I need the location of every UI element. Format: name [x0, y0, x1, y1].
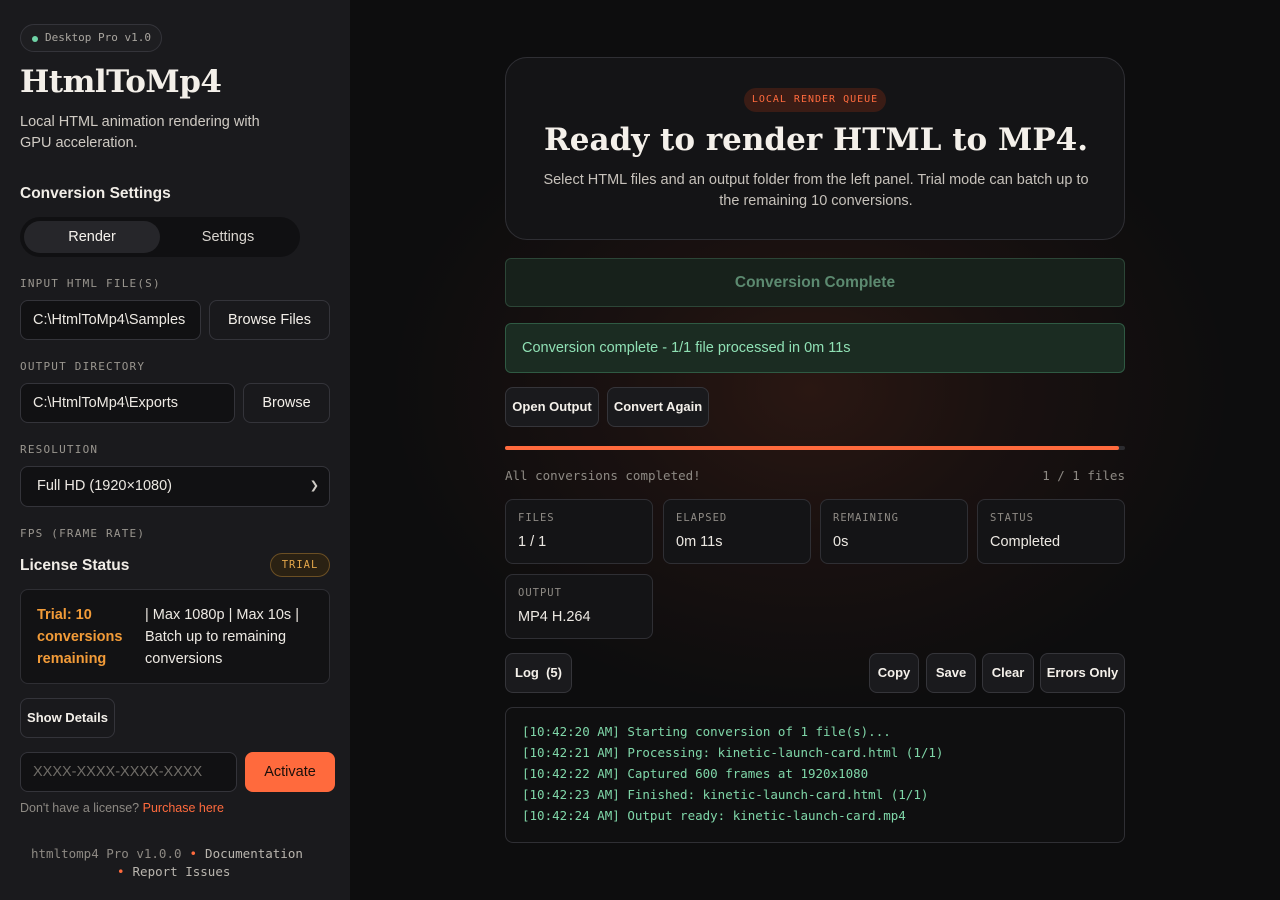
browse-output-button[interactable]: Browse [243, 383, 330, 423]
log-output[interactable]: [10:42:20 AM] Starting conversion of 1 f… [505, 707, 1125, 843]
footer-version: htmltomp4 Pro v1.0.0 [31, 846, 182, 861]
stat-value: 0m 11s [676, 534, 723, 550]
log-tab[interactable]: Log (5) [505, 653, 572, 693]
license-key-input[interactable] [20, 752, 237, 792]
report-issues-link[interactable]: Report Issues [133, 864, 231, 879]
output-directory-label: OUTPUT DIRECTORY [20, 360, 146, 373]
hero-description: Select HTML files and an output folder f… [543, 172, 1089, 209]
main-panel: LOCAL RENDER QUEUE Ready to render HTML … [350, 0, 1280, 900]
queue-badge: LOCAL RENDER QUEUE [744, 88, 886, 112]
conversion-settings-heading: Conversion Settings [20, 185, 171, 202]
stat-elapsed: ELAPSED 0m 11s [663, 499, 811, 564]
trial-remaining-text: Trial: 10 conversions remaining [37, 607, 123, 667]
log-tab-label: Log [515, 665, 539, 680]
mode-tabs: Render Settings [20, 217, 300, 257]
input-files-field[interactable]: C:\HtmlToMp4\Samples [20, 300, 201, 340]
tab-settings[interactable]: Settings [160, 221, 296, 253]
progress-bar [505, 446, 1125, 450]
hero-title: Ready to render HTML to MP4. [544, 122, 1088, 158]
stat-files: FILES 1 / 1 [505, 499, 653, 564]
output-directory-field[interactable]: C:\HtmlToMp4\Exports [20, 383, 235, 423]
save-log-button[interactable]: Save [926, 653, 976, 693]
stat-status: STATUS Completed [977, 499, 1125, 564]
hero-card: LOCAL RENDER QUEUE Ready to render HTML … [505, 57, 1125, 240]
log-line: [10:42:24 AM] Output ready: kinetic-laun… [522, 808, 906, 823]
fps-label: FPS (FRAME RATE) [20, 527, 146, 540]
browse-files-button[interactable]: Browse Files [209, 300, 330, 340]
purchase-prompt: Don't have a license? Purchase here [20, 801, 224, 815]
app-title: HtmlToMp4 [20, 64, 222, 100]
activate-button[interactable]: Activate [245, 752, 335, 792]
footer-row-1: htmltomp4 Pro v1.0.0 • Documentation [31, 846, 303, 861]
show-details-button[interactable]: Show Details [20, 698, 115, 738]
stat-label: OUTPUT [518, 587, 562, 599]
stat-value: MP4 H.264 [518, 609, 591, 625]
stat-value: Completed [990, 534, 1061, 550]
progress-fill [505, 446, 1119, 450]
resolution-select[interactable]: Full HD (1920×1080) ❯ [20, 466, 330, 507]
stat-label: STATUS [990, 512, 1034, 524]
errors-only-toggle[interactable]: Errors Only [1040, 653, 1125, 693]
license-status-heading: License Status [20, 557, 130, 574]
stat-label: FILES [518, 512, 555, 524]
input-files-label: INPUT HTML FILE(S) [20, 277, 161, 290]
license-key-field[interactable] [21, 753, 236, 791]
footer-row-2: • Report Issues [117, 864, 230, 879]
no-license-text: Don't have a license? [20, 801, 140, 815]
app-subtitle: Local HTML animation rendering with GPU … [20, 114, 260, 151]
stat-label: ELAPSED [676, 512, 728, 524]
tab-render[interactable]: Render [24, 221, 160, 253]
copy-log-button[interactable]: Copy [869, 653, 919, 693]
success-message: Conversion complete - 1/1 file processed… [505, 323, 1125, 373]
log-line: [10:42:22 AM] Captured 600 frames at 192… [522, 766, 869, 781]
trial-badge: TRIAL [270, 553, 330, 577]
stat-remaining: REMAINING 0s [820, 499, 968, 564]
footer-separator-icon: • [189, 846, 198, 861]
status-dot-icon [32, 36, 38, 42]
purchase-link[interactable]: Purchase here [143, 801, 224, 815]
sidebar: Desktop Pro v1.0 HtmlToMp4 Local HTML an… [0, 0, 350, 900]
conversion-complete-button[interactable]: Conversion Complete [505, 258, 1125, 307]
stat-value: 1 / 1 [518, 534, 547, 550]
resolution-value: Full HD (1920×1080) [37, 478, 173, 494]
stat-label: REMAINING [833, 512, 899, 524]
stat-output: OUTPUT MP4 H.264 [505, 574, 653, 639]
license-info-box: Trial: 10 conversions remaining | Max 10… [20, 589, 330, 684]
clear-log-button[interactable]: Clear [982, 653, 1034, 693]
log-line: [10:42:21 AM] Processing: kinetic-launch… [522, 745, 944, 760]
stat-value: 0s [833, 534, 849, 550]
log-count-badge: (5) [546, 665, 562, 680]
convert-again-button[interactable]: Convert Again [607, 387, 709, 427]
progress-status: All conversions completed! [505, 468, 701, 483]
footer-separator-icon: • [117, 864, 125, 879]
trial-limits-text: | Max 1080p | Max 10s | Batch up to rema… [145, 607, 299, 667]
resolution-label: RESOLUTION [20, 443, 99, 456]
documentation-link[interactable]: Documentation [205, 846, 303, 861]
log-line: [10:42:23 AM] Finished: kinetic-launch-c… [522, 787, 929, 802]
version-text: Desktop Pro v1.0 [45, 31, 151, 44]
log-line: [10:42:20 AM] Starting conversion of 1 f… [522, 724, 891, 739]
version-badge: Desktop Pro v1.0 [20, 24, 162, 52]
open-output-button[interactable]: Open Output [505, 387, 599, 427]
chevron-down-icon: ❯ [309, 480, 319, 492]
progress-count: 1 / 1 files [1042, 468, 1125, 483]
